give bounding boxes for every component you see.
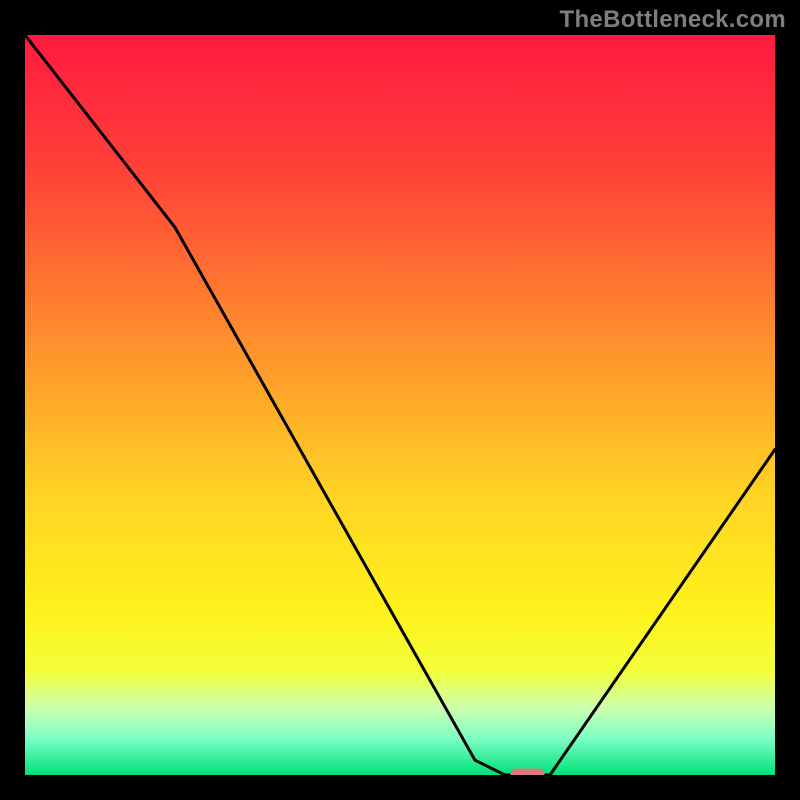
gradient-background [25, 35, 775, 775]
watermark-text: TheBottleneck.com [560, 6, 786, 34]
plot-area [25, 35, 775, 775]
optimum-marker [511, 769, 545, 776]
plot-svg [25, 35, 775, 775]
chart-root: TheBottleneck.com [0, 0, 800, 800]
